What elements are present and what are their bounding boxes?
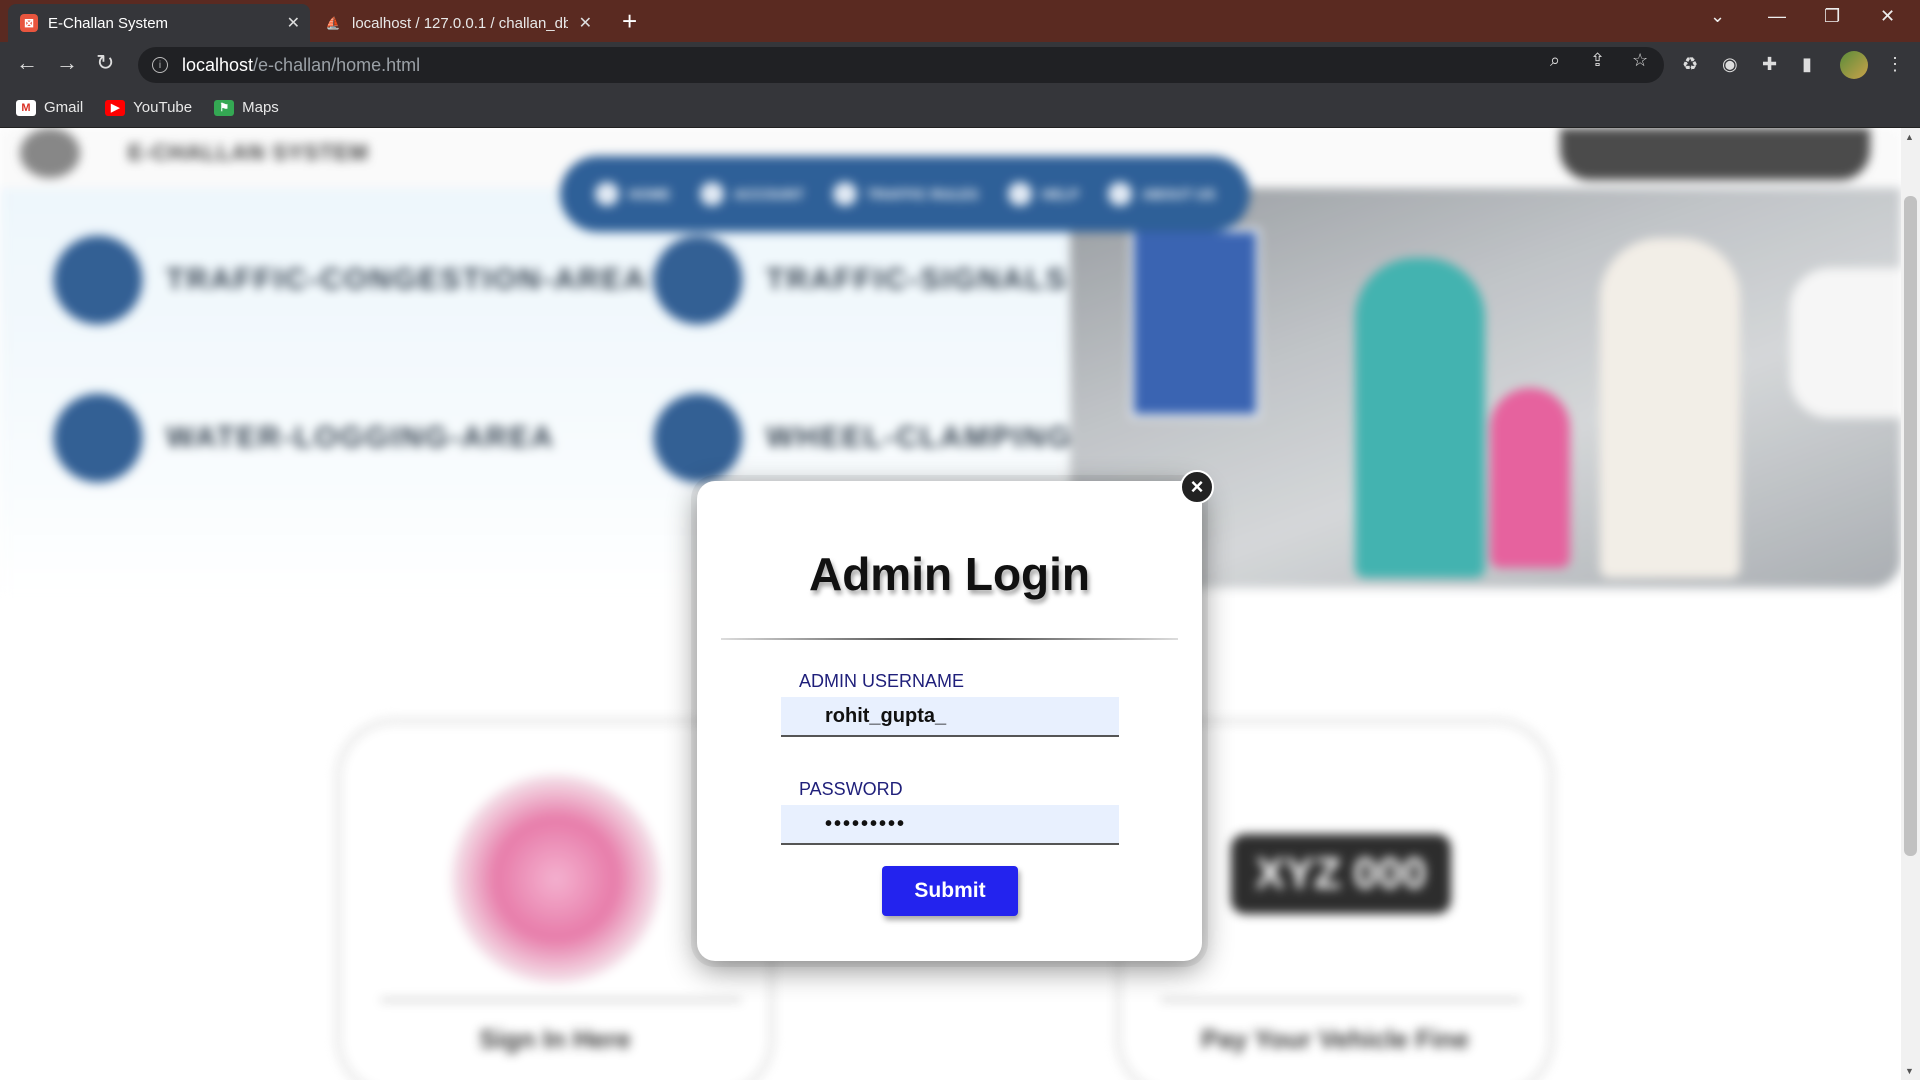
close-tab-icon[interactable]: ✕ bbox=[287, 13, 300, 33]
bookmark-star-icon[interactable]: ☆ bbox=[1632, 50, 1648, 71]
admin-login-modal: Admin Login ADMIN USERNAME PASSWORD Subm… bbox=[697, 481, 1202, 961]
tab-phpmyadmin[interactable]: ⛵ localhost / 127.0.0.1 / challan_db ✕ bbox=[312, 4, 602, 42]
extension-recycle-icon[interactable]: ♻ bbox=[1682, 54, 1698, 75]
admin-username-input[interactable] bbox=[781, 697, 1119, 737]
xampp-icon: ⊠ bbox=[20, 14, 38, 32]
tab-e-challan[interactable]: ⊠ E-Challan System ✕ bbox=[8, 4, 310, 42]
share-icon[interactable]: ⇪ bbox=[1590, 50, 1605, 71]
password-label: PASSWORD bbox=[799, 779, 903, 799]
bookmark-label: YouTube bbox=[133, 99, 193, 116]
modal-divider bbox=[721, 638, 1178, 640]
admin-password-input[interactable] bbox=[781, 805, 1119, 845]
menu-kebab-icon[interactable]: ⋮ bbox=[1886, 54, 1904, 75]
browser-tab-bar: ⊠ E-Challan System ✕ ⛵ localhost / 127.0… bbox=[0, 0, 1920, 42]
scroll-thumb[interactable] bbox=[1904, 196, 1917, 856]
window-close-icon[interactable]: ✕ bbox=[1880, 6, 1895, 27]
youtube-icon: ▶ bbox=[105, 99, 126, 116]
bookmark-gmail[interactable]: M Gmail bbox=[16, 99, 83, 116]
maps-icon: ⚑ bbox=[214, 99, 235, 116]
browser-toolbar: ← → ↻ i localhost/e-challan/home.html ⌕ … bbox=[0, 42, 1920, 88]
page-scrollbar[interactable]: ▲ ▼ bbox=[1901, 128, 1920, 1080]
new-tab-icon[interactable]: + bbox=[622, 6, 637, 37]
tab-title: localhost / 127.0.0.1 / challan_db bbox=[352, 14, 568, 32]
side-panel-icon[interactable]: ▮ bbox=[1802, 54, 1812, 75]
site-info-icon[interactable]: i bbox=[152, 57, 168, 73]
forward-icon[interactable]: → bbox=[56, 50, 78, 76]
bookmark-maps[interactable]: ⚑ Maps bbox=[214, 99, 279, 116]
camera-icon[interactable]: ◉ bbox=[1722, 54, 1738, 75]
phpmyadmin-icon: ⛵ bbox=[325, 16, 341, 30]
tab-title: E-Challan System bbox=[48, 14, 169, 32]
gmail-icon: M bbox=[16, 99, 36, 116]
url-host: localhost bbox=[182, 54, 254, 75]
url-path: /e-challan/home.html bbox=[253, 54, 421, 75]
tab-search-icon[interactable]: ⌄ bbox=[1710, 6, 1725, 27]
restore-icon[interactable]: ❐ bbox=[1824, 6, 1840, 27]
bookmark-label: Maps bbox=[242, 99, 279, 116]
username-label: ADMIN USERNAME bbox=[799, 671, 965, 691]
address-bar[interactable]: i localhost/e-challan/home.html bbox=[138, 47, 1664, 83]
scroll-down-icon[interactable]: ▼ bbox=[1905, 1066, 1914, 1076]
extensions-puzzle-icon[interactable]: ✚ bbox=[1762, 54, 1777, 75]
bookmarks-bar: M Gmail ▶ YouTube ⚑ Maps bbox=[0, 88, 1920, 128]
close-modal-icon[interactable]: × bbox=[1180, 470, 1214, 504]
reload-icon[interactable]: ↻ bbox=[96, 50, 114, 76]
modal-title: Admin Login bbox=[808, 548, 1091, 600]
submit-button[interactable]: Submit bbox=[882, 866, 1018, 916]
close-tab-icon[interactable]: ✕ bbox=[579, 13, 592, 33]
bookmark-youtube[interactable]: ▶ YouTube bbox=[105, 99, 192, 116]
scroll-up-icon[interactable]: ▲ bbox=[1905, 132, 1914, 142]
bookmark-label: Gmail bbox=[44, 99, 84, 116]
minimize-icon[interactable]: — bbox=[1768, 6, 1786, 27]
zoom-icon[interactable]: ⌕ bbox=[1550, 50, 1560, 71]
profile-avatar[interactable] bbox=[1840, 51, 1868, 79]
back-icon[interactable]: ← bbox=[16, 50, 38, 76]
